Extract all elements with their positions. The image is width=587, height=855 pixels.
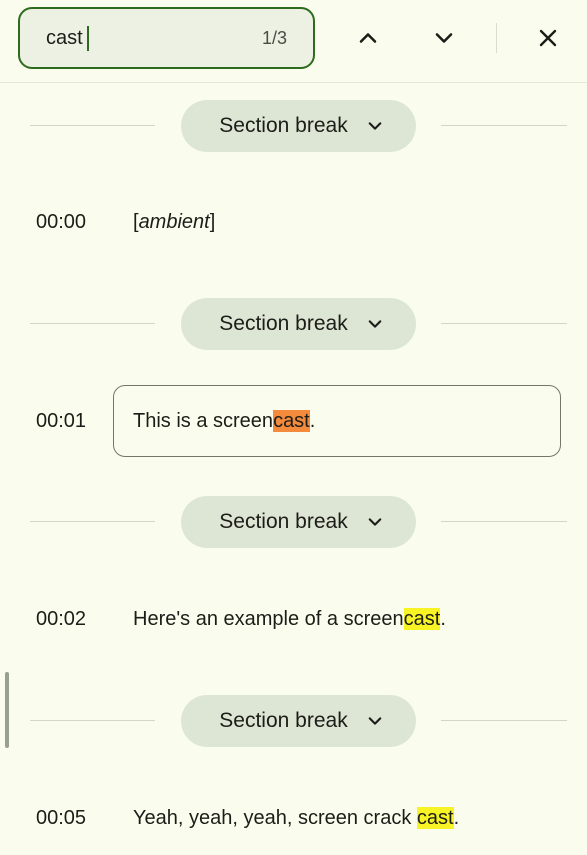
chevron-down-icon [368, 518, 382, 526]
section-break-label: Section break [219, 312, 348, 335]
section-divider-line [30, 323, 155, 324]
chevron-down-icon [368, 320, 382, 328]
section-break-label: Section break [219, 510, 348, 533]
caption-text: Yeah, yeah, yeah, screen crack cast. [133, 807, 460, 829]
timestamp[interactable]: 00:05 [36, 806, 86, 830]
current-match-highlight: cast [273, 410, 310, 432]
timestamp[interactable]: 00:01 [36, 409, 86, 433]
section-divider-line [441, 521, 567, 522]
section-divider-line [441, 125, 567, 126]
section-break: Section break [30, 298, 567, 350]
close-icon [539, 29, 557, 47]
transcript-line[interactable]: 00:05 Yeah, yeah, yeah, screen crack cas… [0, 782, 587, 854]
caption-text: Here's an example of a screencast. [133, 608, 446, 630]
section-break: Section break [30, 100, 567, 152]
transcript-line[interactable]: 00:02 Here's an example of a screencast. [0, 583, 587, 655]
next-match-button[interactable] [420, 14, 468, 62]
text-caret [87, 26, 89, 51]
match-highlight: cast [416, 807, 454, 829]
section-divider-line [441, 323, 567, 324]
find-bar: cast 1/3 [0, 0, 587, 83]
section-break-button[interactable]: Section break [181, 496, 416, 548]
timestamp[interactable]: 00:02 [36, 607, 86, 631]
section-break-button[interactable]: Section break [181, 100, 416, 152]
close-find-button[interactable] [524, 14, 572, 62]
chevron-down-icon [368, 717, 382, 725]
chevron-down-icon [368, 122, 382, 130]
section-break-button[interactable]: Section break [181, 695, 416, 747]
previous-match-button[interactable] [344, 14, 392, 62]
sound-description: ambient [138, 211, 210, 233]
timestamp[interactable]: 00:00 [36, 210, 86, 234]
caption-text: This is a screencast. [133, 410, 316, 432]
match-count: 1/3 [261, 28, 287, 48]
transcript-line-selected[interactable]: 00:01 This is a screencast. [0, 385, 587, 457]
section-divider-line [30, 521, 155, 522]
caption-text: [ambient] [133, 211, 216, 233]
search-box[interactable]: cast 1/3 [18, 7, 315, 69]
section-break-button[interactable]: Section break [181, 298, 416, 350]
section-break: Section break [30, 695, 567, 747]
section-divider-line [30, 720, 155, 721]
transcript-line[interactable]: 00:00 [ambient] [0, 186, 587, 258]
section-divider-line [441, 720, 567, 721]
search-input[interactable]: cast [46, 26, 83, 50]
match-highlight: cast [403, 608, 441, 630]
section-break-label: Section break [219, 709, 348, 732]
section-divider-line [30, 125, 155, 126]
chevron-up-icon [359, 33, 377, 43]
scrollbar-thumb[interactable] [5, 672, 9, 748]
section-break-label: Section break [219, 114, 348, 137]
chevron-down-icon [435, 33, 453, 43]
toolbar-divider [496, 23, 497, 53]
section-break: Section break [30, 496, 567, 548]
